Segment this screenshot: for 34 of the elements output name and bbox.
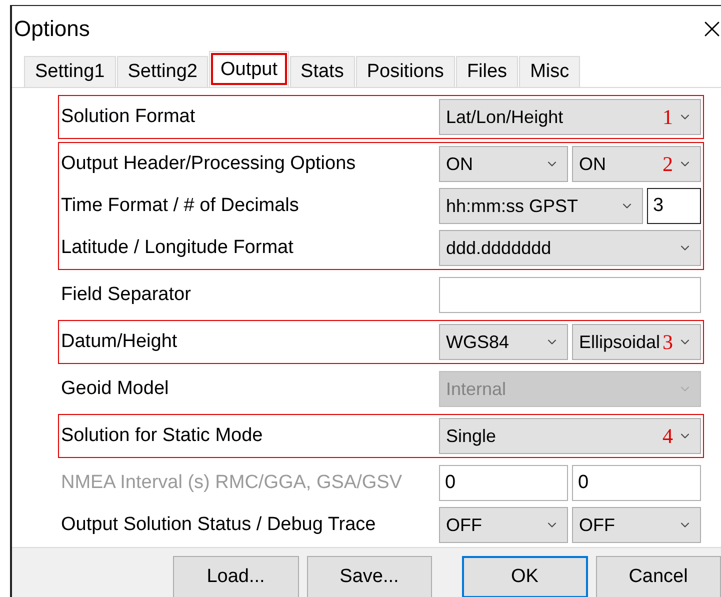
- field-label: Time Format / # of Decimals: [60, 195, 300, 217]
- tab[interactable]: Setting1: [24, 56, 116, 87]
- field-label: Solution Format: [60, 106, 196, 128]
- dropdown[interactable]: WGS84: [439, 324, 568, 360]
- dialog-button[interactable]: OK: [462, 556, 588, 597]
- tab[interactable]: Output: [209, 51, 289, 87]
- field-label: Datum/Height: [60, 331, 178, 353]
- annotation-number: 2: [662, 151, 673, 175]
- dropdown[interactable]: OFF: [439, 507, 568, 543]
- tab[interactable]: Misc: [519, 56, 580, 87]
- field-label: NMEA Interval (s) RMC/GGA, GSA/GSV: [60, 472, 404, 494]
- annotation-number: 3: [662, 329, 673, 353]
- tab[interactable]: Files: [456, 56, 518, 87]
- input-field[interactable]: [439, 277, 701, 313]
- field-label: Output Header/Processing Options: [60, 153, 357, 175]
- annotation-number: 1: [662, 104, 673, 128]
- tab[interactable]: Positions: [356, 56, 455, 87]
- tab[interactable]: Setting2: [116, 56, 208, 87]
- dialog-button[interactable]: Load...: [173, 556, 298, 597]
- dialog-button[interactable]: Save...: [306, 556, 432, 597]
- dropdown[interactable]: hh:mm:ss GPST: [439, 188, 643, 224]
- input-field[interactable]: 3: [647, 188, 701, 224]
- dropdown[interactable]: ddd.ddddddd: [439, 230, 701, 266]
- dialog-button[interactable]: Cancel: [596, 556, 721, 597]
- dropdown[interactable]: OFF: [572, 507, 701, 543]
- tab[interactable]: Stats: [290, 56, 355, 87]
- field-label: Field Separator: [60, 284, 192, 306]
- annotation-number: 4: [662, 423, 673, 447]
- field-label: Geoid Model: [60, 378, 170, 400]
- field-label: Latitude / Longitude Format: [60, 237, 294, 259]
- dropdown[interactable]: ON: [439, 146, 568, 182]
- field-label: Output Solution Status / Debug Trace: [60, 514, 377, 536]
- field-label: Solution for Static Mode: [60, 425, 264, 447]
- window-title: Options: [14, 16, 90, 42]
